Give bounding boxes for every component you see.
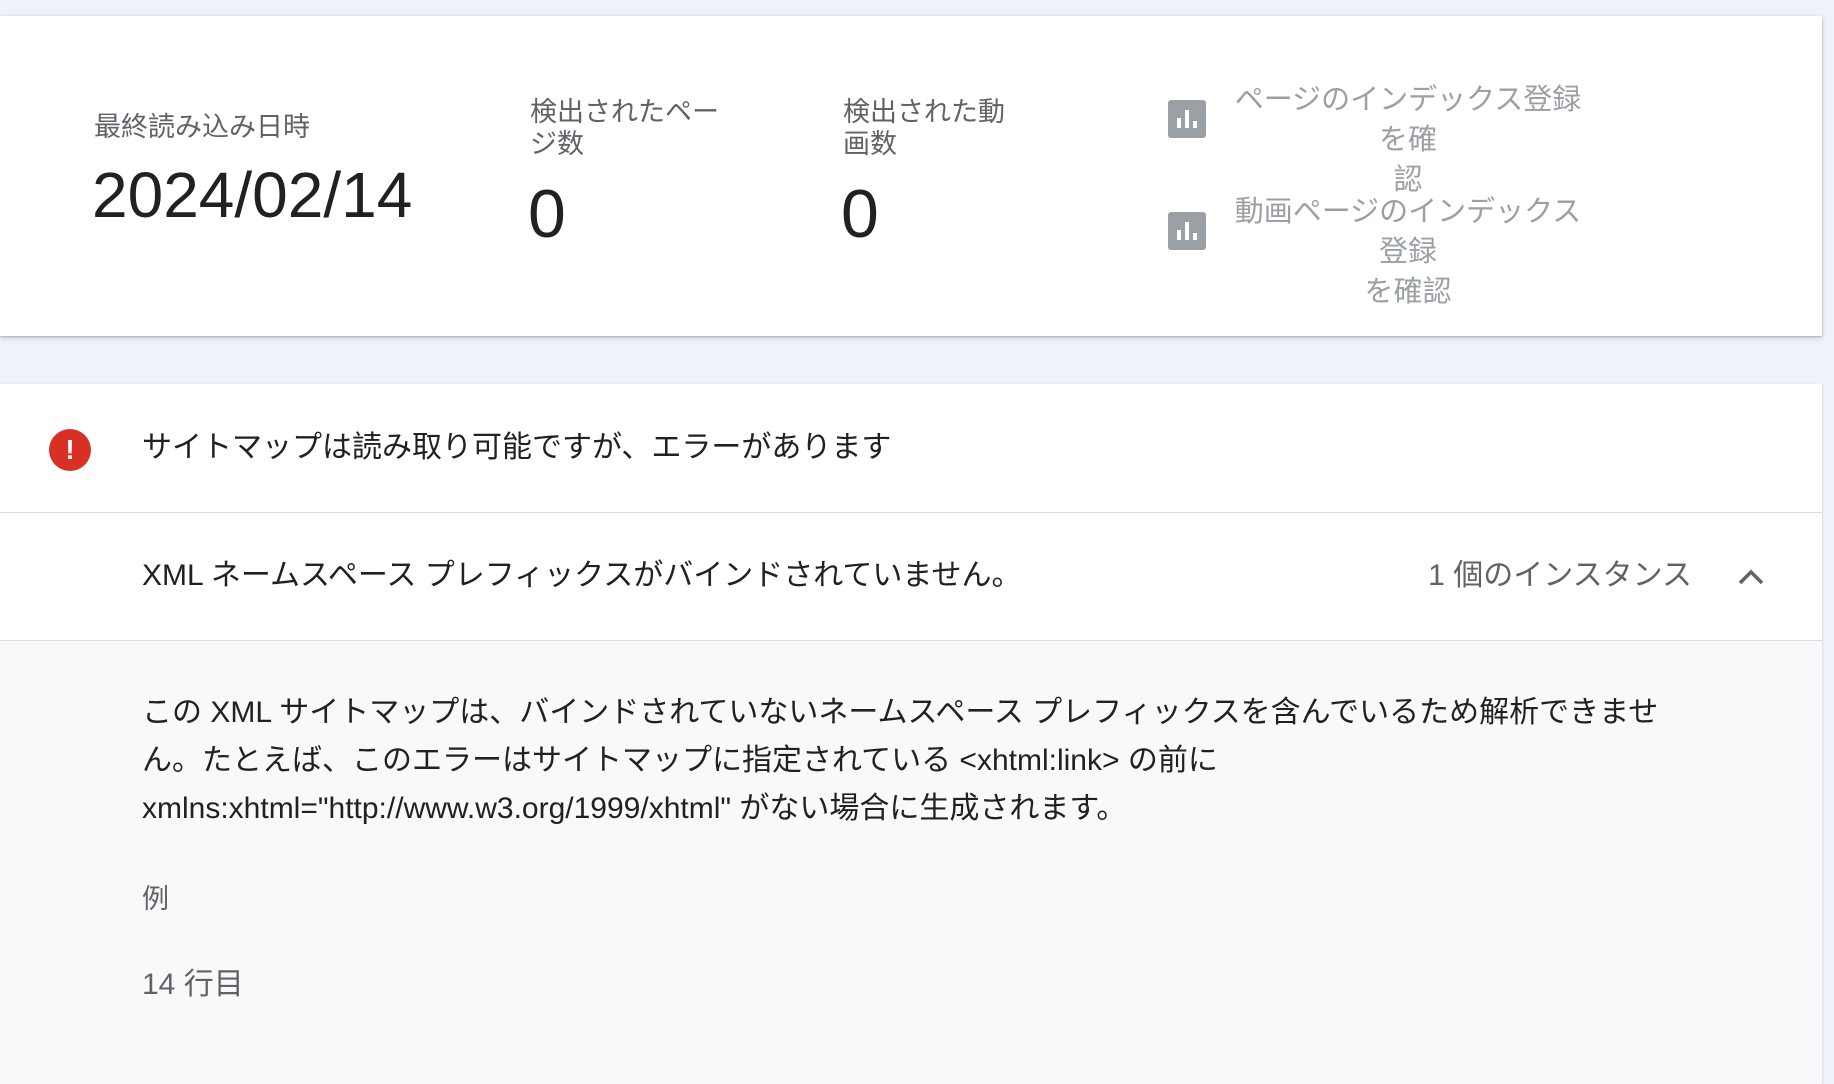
issue-description-line1: この XML サイトマップは、バインドされていないネームスペース プレフィックス… (142, 696, 1659, 729)
sitemap-summary-card: 最終読み込み日時 2024/02/14 検出されたペー ジ数 0 検出された動 … (0, 16, 1822, 336)
video-indexing-link-line2: を確認 (1364, 276, 1452, 308)
error-icon: ! (49, 429, 91, 471)
issue-row[interactable]: XML ネームスペース プレフィックスがバインドされていません。 1 個のインス… (0, 512, 1822, 641)
issue-description-line3: xmlns:xhtml="http://www.w3.org/1999/xhtm… (142, 792, 1127, 825)
discovered-pages-label: 検出されたペー ジ数 (530, 96, 719, 160)
video-indexing-link-line1: 動画ページのインデックス登録 (1234, 196, 1582, 268)
discovered-pages-value: 0 (528, 176, 566, 252)
discovered-pages-label-line2: ジ数 (530, 129, 584, 159)
discovered-videos-label-line1: 検出された動 (843, 97, 1005, 127)
discovered-pages-label-line1: 検出されたペー (530, 97, 719, 127)
sitemap-error-card: ! サイトマップは読み取り可能ですが、エラーがあります XML ネームスペース … (0, 384, 1822, 1084)
example-label: 例 (142, 884, 169, 914)
chevron-up-icon[interactable] (1736, 565, 1766, 589)
discovered-videos-label: 検出された動 画数 (843, 96, 1005, 160)
issue-description: この XML サイトマップは、バインドされていないネームスペース プレフィックス… (142, 689, 1762, 833)
last-read-value: 2024/02/14 (92, 159, 413, 231)
bar-chart-icon (1168, 212, 1206, 250)
status-message: サイトマップは読み取り可能ですが、エラーがあります (142, 431, 892, 464)
status-row: ! サイトマップは読み取り可能ですが、エラーがあります (0, 384, 1822, 513)
video-indexing-link[interactable]: 動画ページのインデックス登録 を確認 (1168, 196, 1668, 308)
video-indexing-link-text[interactable]: 動画ページのインデックス登録 を確認 (1228, 192, 1588, 312)
bar-chart-icon (1168, 100, 1206, 138)
page-indexing-link[interactable]: ページのインデックス登録を確 認 (1168, 84, 1668, 196)
issue-instance-count: 1 個のインスタンス (1428, 559, 1692, 592)
discovered-videos-label-line2: 画数 (843, 129, 897, 159)
issue-detail-panel: この XML サイトマップは、バインドされていないネームスペース プレフィックス… (0, 641, 1822, 1084)
issue-title: XML ネームスペース プレフィックスがバインドされていません。 (142, 559, 1022, 592)
discovered-videos-value: 0 (841, 176, 879, 252)
issue-description-line2: ん。たとえば、このエラーはサイトマップに指定されている <xhtml:link>… (142, 744, 1218, 777)
page-indexing-link-text[interactable]: ページのインデックス登録を確 認 (1228, 80, 1588, 200)
last-read-label: 最終読み込み日時 (94, 112, 310, 142)
example-line-number: 14 行目 (142, 968, 244, 1001)
page-indexing-link-line1: ページのインデックス登録を確 (1234, 84, 1582, 156)
